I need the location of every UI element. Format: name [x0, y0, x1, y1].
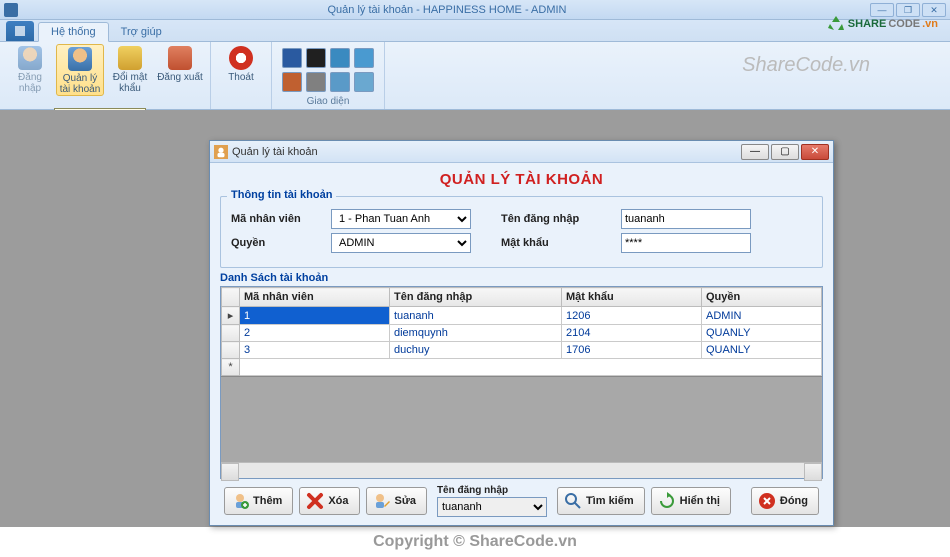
app-menu-tab[interactable]: [6, 21, 34, 41]
username-input[interactable]: [621, 209, 751, 229]
child-close-button[interactable]: ✕: [801, 144, 829, 160]
ribbon-group-exit: Thoát: [211, 42, 272, 109]
delete-icon: [306, 492, 324, 510]
child-maximize-button[interactable]: ▢: [771, 144, 799, 160]
ribbon-tabs: Hệ thống Trợ giúp: [0, 20, 950, 42]
ribbon-exit-button[interactable]: Thoát: [217, 44, 265, 96]
recycle-icon: [826, 14, 846, 34]
ribbon-change-password-button[interactable]: Đổi mật khẩu: [106, 44, 154, 96]
child-minimize-button[interactable]: —: [741, 144, 769, 160]
login-icon: [18, 46, 42, 70]
ribbon-accounts-button[interactable]: Quản lý tài khoản: [56, 44, 104, 96]
ribbon-group-theme-label: Giao diện: [278, 96, 378, 109]
app-menu-icon: [13, 24, 27, 38]
search-block: Tên đăng nhập tuananh: [437, 485, 547, 517]
col-employee-id[interactable]: Mã nhân viên: [240, 288, 390, 307]
grid-empty-area: [221, 376, 822, 462]
theme-swatch[interactable]: [330, 48, 350, 68]
accounts-grid[interactable]: Mã nhân viên Tên đăng nhập Mật khẩu Quyề…: [220, 286, 823, 479]
row-indicator-icon: ▸: [222, 307, 240, 325]
edit-button[interactable]: Sửa: [366, 487, 427, 515]
accounts-window: Quản lý tài khoản — ▢ ✕ QUẢN LÝ TÀI KHOẢ…: [209, 140, 834, 526]
add-icon: [231, 492, 249, 510]
accounts-heading: QUẢN LÝ TÀI KHOẢN: [220, 171, 823, 188]
search-icon: [564, 492, 582, 510]
main-titlebar: Quản lý tài khoản - HAPPINESS HOME - ADM…: [0, 0, 950, 20]
exit-icon: [229, 46, 253, 70]
employee-select[interactable]: 1 - Phan Tuan Anh: [331, 209, 471, 229]
account-info-legend: Thông tin tài khoản: [227, 189, 336, 201]
logout-icon: [168, 46, 192, 70]
tab-he-thong[interactable]: Hệ thống: [38, 22, 109, 42]
change-password-icon: [118, 46, 142, 70]
tab-tro-giup[interactable]: Trợ giúp: [109, 23, 174, 41]
app-icon: [4, 3, 18, 17]
theme-swatch[interactable]: [282, 72, 302, 92]
theme-swatch[interactable]: [354, 72, 374, 92]
label-password: Mật khẩu: [501, 237, 621, 249]
col-role[interactable]: Quyền: [702, 288, 822, 307]
sharecode-logo: SHARECODE.vn: [826, 14, 938, 34]
accounts-window-icon: [214, 145, 228, 159]
edit-icon: [373, 492, 391, 510]
accounts-titlebar[interactable]: Quản lý tài khoản — ▢ ✕: [210, 141, 833, 163]
theme-swatch[interactable]: [282, 48, 302, 68]
account-info-group: Thông tin tài khoản Mã nhân viên 1 - Pha…: [220, 196, 823, 268]
table-row[interactable]: 2 diemquynh 2104 QUANLY: [222, 325, 822, 342]
theme-swatch[interactable]: [354, 48, 374, 68]
show-button[interactable]: Hiển thị: [651, 487, 731, 515]
accounts-icon: [68, 47, 92, 71]
search-label: Tên đăng nhập: [437, 485, 508, 496]
grid-horizontal-scrollbar[interactable]: [221, 462, 822, 478]
password-input[interactable]: [621, 233, 751, 253]
ribbon-logout-button[interactable]: Đăng xuất: [156, 44, 204, 96]
role-select[interactable]: ADMIN: [331, 233, 471, 253]
theme-swatch[interactable]: [306, 48, 326, 68]
theme-swatch[interactable]: [306, 72, 326, 92]
delete-button[interactable]: Xóa: [299, 487, 359, 515]
main-title: Quản lý tài khoản - HAPPINESS HOME - ADM…: [26, 4, 868, 16]
label-employee-id: Mã nhân viên: [231, 213, 331, 225]
search-button[interactable]: Tìm kiếm: [557, 487, 645, 515]
label-role: Quyền: [231, 237, 331, 249]
ribbon-group-theme: Giao diện: [272, 42, 385, 109]
ribbon-login-button: Đăng nhập: [6, 44, 54, 96]
table-row[interactable]: ▸ 1 tuananh 1206 ADMIN: [222, 307, 822, 325]
search-select[interactable]: tuananh: [437, 497, 547, 517]
col-username[interactable]: Tên đăng nhập: [390, 288, 562, 307]
accounts-window-title: Quản lý tài khoản: [232, 146, 739, 158]
table-row[interactable]: 3 duchuy 1706 QUANLY: [222, 342, 822, 359]
accounts-toolbar: Thêm Xóa Sửa Tên đăng nhập tuananh Tìm k…: [220, 479, 823, 517]
copyright-text: Copyright © ShareCode.vn: [0, 533, 950, 551]
table-new-row[interactable]: *: [222, 359, 822, 376]
label-username: Tên đăng nhập: [501, 213, 621, 225]
accounts-list-label: Danh Sách tài khoản: [220, 272, 823, 284]
close-icon: [758, 492, 776, 510]
col-password[interactable]: Mật khẩu: [562, 288, 702, 307]
close-form-button[interactable]: Đóng: [751, 487, 819, 515]
add-button[interactable]: Thêm: [224, 487, 293, 515]
refresh-icon: [658, 492, 676, 510]
ribbon-group-account: Đăng nhập Quản lý tài khoản Đổi mật khẩu…: [0, 42, 211, 109]
mdi-area: Quản lý tài khoản — ▢ ✕ QUẢN LÝ TÀI KHOẢ…: [0, 110, 950, 527]
theme-swatch[interactable]: [330, 72, 350, 92]
new-row-icon: *: [222, 359, 240, 376]
sharecode-watermark: ShareCode.vn: [742, 54, 870, 77]
